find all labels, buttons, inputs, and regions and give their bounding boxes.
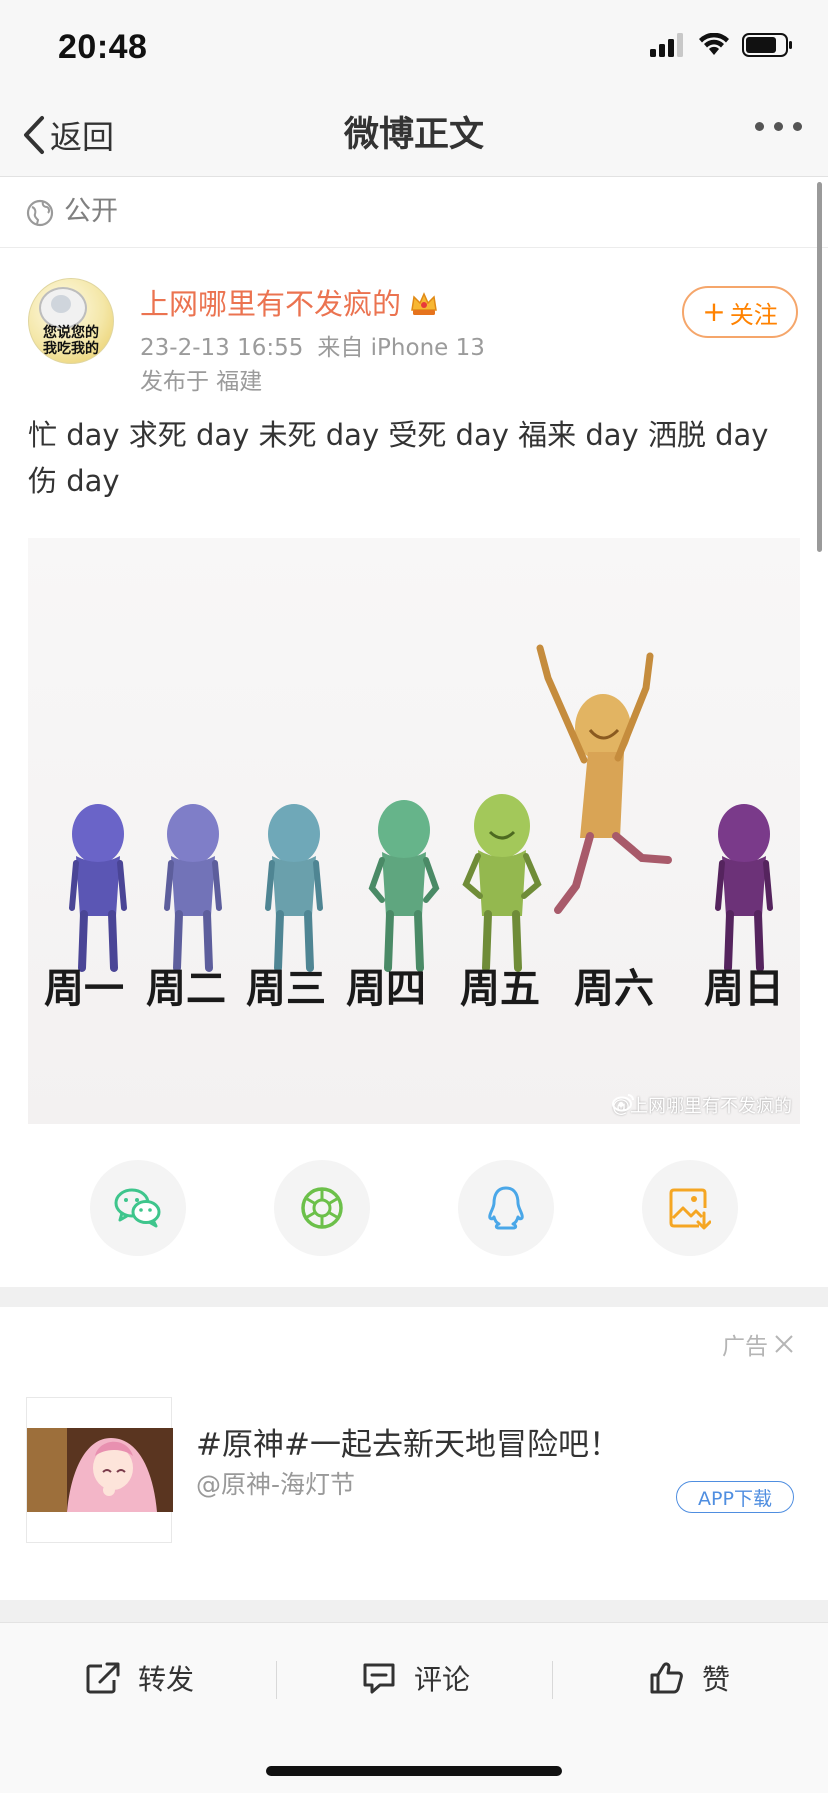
comment-label: 评论 <box>414 1663 471 1696</box>
wechat-icon <box>114 1188 161 1228</box>
ad-thumbnail-frame <box>26 1397 173 1543</box>
post-text: 忙 day 求死 day 未死 day 受死 day 福来 day 洒脱 day… <box>28 418 769 498</box>
wifi-icon <box>699 33 729 55</box>
crown-badge-icon <box>411 292 437 315</box>
battery-icon <box>742 33 792 57</box>
section-divider <box>0 1600 828 1622</box>
repost-button[interactable]: 转发 <box>86 1623 194 1733</box>
nav-bar: 返回 微博正文 <box>0 100 828 177</box>
weibo-logo-icon <box>612 1094 634 1112</box>
comment-button[interactable]: 评论 <box>362 1623 470 1733</box>
avatar-graphic-center <box>51 295 71 313</box>
day-captions: 周一 周二 周三 周四 周五 周六 周日 <box>28 964 800 1014</box>
follow-label: 关注 <box>729 300 778 329</box>
follow-button[interactable]: + 关注 <box>682 286 798 338</box>
ad-label: 广告 <box>722 1334 768 1360</box>
username[interactable]: 上网哪里有不发疯的 <box>140 284 439 324</box>
figure-sunday <box>715 804 773 972</box>
moments-icon <box>301 1187 343 1229</box>
share-row <box>0 1160 828 1256</box>
ad-title: #原神#一起去新天地冒险吧！ <box>196 1427 620 1463</box>
avatar-text-2: 我吃我的 <box>43 341 99 357</box>
status-time: 20:48 <box>58 28 148 66</box>
figure-thursday <box>368 800 440 972</box>
save-image-icon <box>669 1188 711 1230</box>
share-wechat-button[interactable] <box>90 1160 186 1256</box>
post-timestamp: 23-2-13 16:55 <box>140 335 304 361</box>
caption-monday: 周一 <box>44 966 124 1012</box>
more-dot <box>793 122 802 131</box>
caption-sunday: 周日 <box>704 966 784 1012</box>
figure-saturday <box>536 644 672 914</box>
caption-thursday: 周四 <box>346 966 426 1012</box>
ad-subtitle: @原神-海灯节 <box>196 1470 356 1499</box>
more-button[interactable] <box>755 122 802 131</box>
post-image[interactable]: 周一 周二 周三 周四 周五 周六 周日 @上网哪里有不发疯的 <box>28 538 800 1124</box>
more-dot <box>755 122 764 131</box>
toolbar-divider <box>552 1661 553 1699</box>
ad-card[interactable]: 广告 #原神#一起去新天地冒险吧！ @原神-海灯节 APP下载 <box>0 1307 828 1599</box>
signal-icon <box>650 33 683 57</box>
week-figures-illustration <box>69 644 773 972</box>
caption-tuesday: 周二 <box>146 966 226 1012</box>
qq-icon <box>488 1186 524 1230</box>
share-moments-button[interactable] <box>274 1160 370 1256</box>
caption-friday: 周五 <box>460 966 540 1012</box>
visibility-row: 公开 <box>0 177 828 248</box>
like-label: 赞 <box>702 1663 731 1696</box>
save-image-button[interactable] <box>642 1160 738 1256</box>
status-bar: 20:48 <box>0 0 828 100</box>
username-text: 上网哪里有不发疯的 <box>140 287 402 321</box>
toolbar-divider <box>276 1661 277 1699</box>
post-meta: 23-2-13 16:55 来自 iPhone 13 <box>140 332 485 364</box>
visibility-label: 公开 <box>64 196 118 227</box>
like-button[interactable]: 赞 <box>650 1623 730 1733</box>
comment-icon <box>363 1663 395 1694</box>
share-qq-button[interactable] <box>458 1160 554 1256</box>
section-divider <box>0 1287 828 1307</box>
repost-icon <box>86 1662 120 1694</box>
ad-label-group[interactable]: 广告 <box>722 1327 794 1361</box>
scrollbar[interactable] <box>817 182 822 552</box>
home-indicator[interactable] <box>266 1766 562 1776</box>
ad-thumbnail <box>27 1428 173 1512</box>
caption-wednesday: 周三 <box>246 966 326 1012</box>
figure-monday <box>69 804 127 972</box>
repost-label: 转发 <box>138 1663 195 1696</box>
avatar[interactable]: 您说您的 我吃我的 <box>28 278 114 364</box>
globe-icon <box>26 199 54 227</box>
app-download-button[interactable]: APP下载 <box>676 1481 794 1513</box>
page-title: 微博正文 <box>343 115 484 155</box>
more-dot <box>774 122 783 131</box>
ad-thumbnail-art <box>27 1428 173 1512</box>
post-source: 来自 iPhone 13 <box>317 335 485 361</box>
image-watermark: @上网哪里有不发疯的 <box>612 1092 792 1118</box>
close-icon[interactable] <box>774 1334 794 1354</box>
post-location: 发布于 福建 <box>140 369 263 395</box>
plus-icon: + <box>702 295 726 328</box>
figure-friday <box>462 794 542 972</box>
thumbs-up-icon <box>650 1662 683 1694</box>
watermark-text: @上网哪里有不发疯的 <box>612 1096 792 1117</box>
caption-saturday: 周六 <box>574 966 654 1012</box>
figure-wednesday <box>265 804 323 972</box>
status-icons <box>650 32 794 58</box>
figure-tuesday <box>164 804 222 972</box>
avatar-text-1: 您说您的 <box>43 325 99 341</box>
